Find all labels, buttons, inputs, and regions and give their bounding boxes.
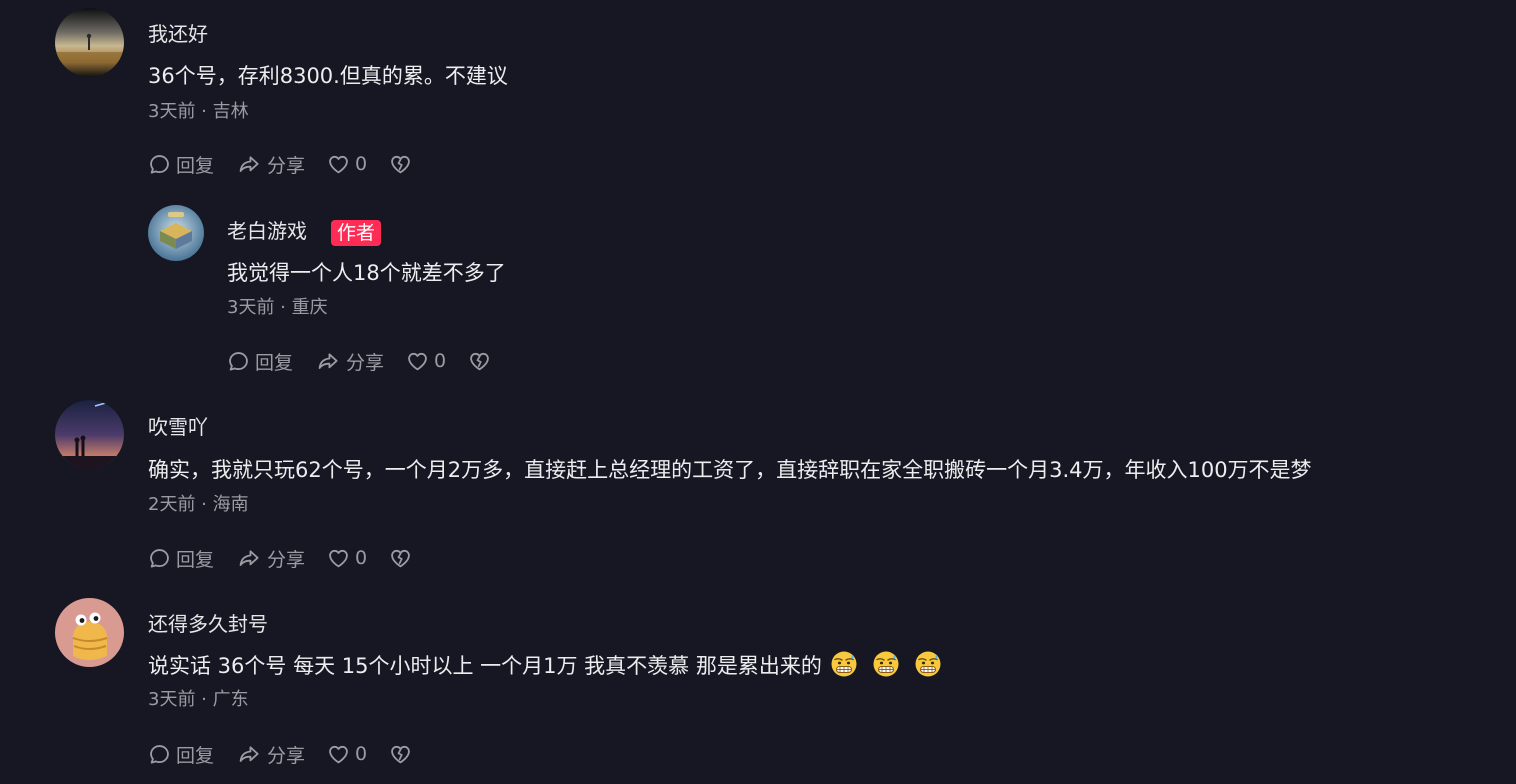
share-label: 分享 xyxy=(267,744,306,767)
like-count: 0 xyxy=(355,743,368,765)
share-label: 分享 xyxy=(267,154,306,177)
comment-item: 吹雪吖 确实，我就只玩62个号，一个月2万多，直接赶上总经理的工资了，直接辞职在… xyxy=(0,390,1516,586)
share-button[interactable]: 分享 xyxy=(315,348,384,375)
grimacing-sweat-emoji-icon xyxy=(872,650,900,678)
heart-icon xyxy=(406,350,429,373)
share-icon xyxy=(236,743,262,766)
reply-label: 回复 xyxy=(176,744,215,767)
dislike-button[interactable] xyxy=(468,350,491,373)
heart-icon xyxy=(327,153,350,176)
share-button[interactable]: 分享 xyxy=(236,545,305,572)
reply-button[interactable]: 回复 xyxy=(148,151,214,178)
heart-icon xyxy=(327,743,350,766)
avatar-image xyxy=(148,205,204,261)
username[interactable]: 我还好 xyxy=(148,21,208,47)
comment-text: 36个号，存利8300.但真的累。不建议 xyxy=(148,64,508,88)
comment-text-body: 说实话 36个号 每天 15个小时以上 一个月1万 我真不羡慕 那是累出来的 xyxy=(148,654,822,678)
comment-text: 说实话 36个号 每天 15个小时以上 一个月1万 我真不羡慕 那是累出来的 xyxy=(148,650,942,680)
reply-icon xyxy=(227,350,250,373)
broken-heart-icon xyxy=(389,547,412,570)
broken-heart-icon xyxy=(468,350,491,373)
reply-item: 老白游戏 作者 我觉得一个人18个就差不多了 3天前 · 重庆 回复 分享 0 xyxy=(0,190,1516,390)
reply-label: 回复 xyxy=(176,548,215,571)
grimacing-sweat-emoji-icon xyxy=(914,650,942,678)
comment-actions: 回复 分享 0 xyxy=(148,544,412,572)
broken-heart-icon xyxy=(389,743,412,766)
share-icon xyxy=(315,350,341,373)
like-button[interactable]: 0 xyxy=(327,743,367,766)
share-button[interactable]: 分享 xyxy=(236,151,305,178)
username[interactable]: 吹雪吖 xyxy=(148,414,208,440)
avatar-image xyxy=(55,598,124,667)
dislike-button[interactable] xyxy=(389,547,412,570)
heart-icon xyxy=(327,547,350,570)
like-button[interactable]: 0 xyxy=(327,153,367,176)
share-button[interactable]: 分享 xyxy=(236,741,305,768)
comment-item: 我还好 36个号，存利8300.但真的累。不建议 3天前 · 吉林 回复 分享 … xyxy=(0,0,1516,190)
avatar-image xyxy=(55,8,124,77)
dislike-button[interactable] xyxy=(389,153,412,176)
comment-text: 我觉得一个人18个就差不多了 xyxy=(227,261,506,285)
like-count: 0 xyxy=(355,547,368,569)
comment-actions: 回复 分享 0 xyxy=(227,347,491,375)
avatar[interactable] xyxy=(148,205,204,261)
grimacing-sweat-emoji-icon xyxy=(830,650,858,678)
avatar[interactable] xyxy=(55,598,124,667)
reply-icon xyxy=(148,153,171,176)
username[interactable]: 老白游戏 xyxy=(227,218,307,244)
username[interactable]: 还得多久封号 xyxy=(148,611,268,637)
comment-actions: 回复 分享 0 xyxy=(148,150,412,178)
comment-item: 还得多久封号 说实话 36个号 每天 15个小时以上 一个月1万 我真不羡慕 那… xyxy=(0,586,1516,784)
comment-actions: 回复 分享 0 xyxy=(148,740,412,768)
dislike-button[interactable] xyxy=(389,743,412,766)
comment-meta: 3天前 · 吉林 xyxy=(148,101,249,122)
reply-button[interactable]: 回复 xyxy=(148,741,214,768)
like-count: 0 xyxy=(355,153,368,175)
comment-meta: 3天前 · 广东 xyxy=(148,689,249,710)
like-button[interactable]: 0 xyxy=(406,350,446,373)
share-label: 分享 xyxy=(346,351,385,374)
share-icon xyxy=(236,153,262,176)
reply-button[interactable]: 回复 xyxy=(227,348,293,375)
like-count: 0 xyxy=(434,350,447,372)
share-label: 分享 xyxy=(267,548,306,571)
reply-icon xyxy=(148,547,171,570)
broken-heart-icon xyxy=(389,153,412,176)
author-badge: 作者 xyxy=(331,220,382,246)
reply-icon xyxy=(148,743,171,766)
comment-meta: 3天前 · 重庆 xyxy=(227,297,328,318)
avatar[interactable] xyxy=(55,8,124,77)
like-button[interactable]: 0 xyxy=(327,547,367,570)
reply-button[interactable]: 回复 xyxy=(148,545,214,572)
reply-label: 回复 xyxy=(255,351,294,374)
avatar-image xyxy=(55,400,124,469)
comment-text: 确实，我就只玩62个号，一个月2万多，直接赶上总经理的工资了，直接辞职在家全职搬… xyxy=(148,458,1312,482)
comment-meta: 2天前 · 海南 xyxy=(148,494,249,515)
share-icon xyxy=(236,547,262,570)
avatar[interactable] xyxy=(55,400,124,469)
reply-label: 回复 xyxy=(176,154,215,177)
